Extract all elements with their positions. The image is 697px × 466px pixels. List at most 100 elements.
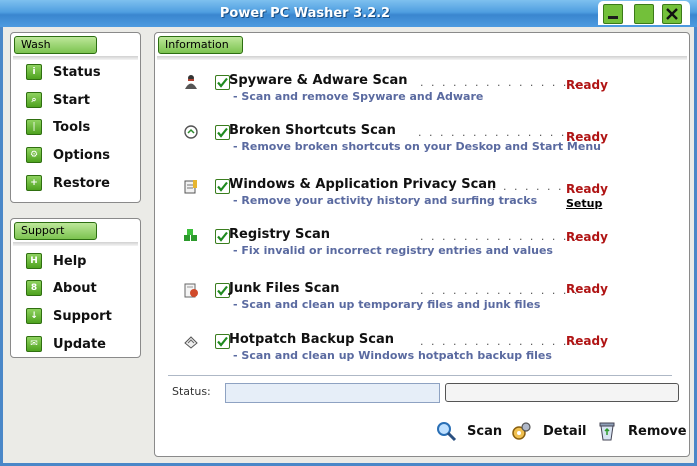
nav-about[interactable]: 8 About [26,278,97,298]
setup-link[interactable]: Setup [566,197,602,210]
scan-title: Spyware & Adware Scan [229,73,408,88]
support-header: Support [14,222,97,240]
scan-button[interactable]: Scan [435,418,502,444]
scan-title: Registry Scan [229,227,331,242]
scan-description: - Remove your activity history and surfi… [233,194,538,207]
nav-help[interactable]: H Help [26,251,86,271]
magnifier-icon [437,422,457,442]
maximize-icon [635,5,653,23]
remove-button[interactable]: Remove [596,418,687,444]
recycle-bin-icon [599,422,615,441]
close-button[interactable] [662,4,682,24]
maximize-button[interactable] [634,4,654,24]
minimize-button[interactable] [603,4,623,24]
help-icon: H [26,253,42,269]
scan-title: Broken Shortcuts Scan [229,123,396,138]
restore-icon: + [26,175,42,191]
junk-files-icon [184,283,198,298]
nav-label: Status [53,64,101,80]
detail-button[interactable]: Detail [511,418,587,444]
window-border-left [0,27,3,466]
dot-leader: . . . . . . . . . . . . . . . [420,284,580,297]
privacy-icon [184,180,197,194]
scan-description: - Scan and remove Spyware and Adware [233,90,484,103]
nav-label: Restore [53,175,110,191]
about-icon: 8 [26,280,42,296]
scan-checkbox[interactable] [215,334,230,349]
scan-checkbox[interactable] [215,125,230,140]
spy-icon [185,75,197,89]
wash-header: Wash [14,36,97,54]
scan-status: Ready [566,78,608,92]
nav-tools[interactable]: ❘ Tools [26,117,90,137]
dot-leader: . . . . . . . . . . . . . . . [420,76,580,89]
app-window: Power PC Washer 3.2.2 Wash i Status ⌕ Star… [0,0,697,466]
nav-label: Options [53,147,110,163]
update-icon: ✉ [26,336,42,352]
scan-title: Hotpatch Backup Scan [229,332,395,347]
nav-status[interactable]: i Status [26,62,101,82]
nav-label: Update [53,336,106,352]
start-icon: ⌕ [26,92,42,108]
support-panel: Support H Help 8 About ↓ Support ✉ Update [10,218,141,358]
dot-leader: . . . . . . . . . . . . . . . [418,126,578,139]
support-divider [13,242,138,246]
status-label: Status: [172,385,211,398]
nav-label: Start [53,92,90,108]
scan-status: Ready [566,230,608,244]
nav-label: About [53,280,97,296]
nav-label: Tools [53,119,91,135]
registry-icon [184,229,197,241]
status-field [225,383,440,403]
nav-support[interactable]: ↓ Support [26,306,112,326]
scan-description: - Remove broken shortcuts on your Deskop… [233,140,602,153]
options-icon: ⚙ [26,147,42,163]
checkmark-icon [217,231,228,242]
scan-status: Ready [566,282,608,296]
detail-button-label: Detail [543,423,587,439]
tools-icon: ❘ [26,119,42,135]
scan-status: Ready [566,130,608,144]
close-icon [666,8,678,20]
scan-description: - Fix invalid or incorrect registry entr… [233,244,553,257]
gears-icon [512,422,531,440]
checkmark-icon [217,285,228,296]
nav-options[interactable]: ⚙ Options [26,145,110,165]
window-title: Power PC Washer 3.2.2 [219,6,391,21]
checkmark-icon [217,336,228,347]
scan-checkbox[interactable] [215,179,230,194]
scan-checkbox[interactable] [215,75,230,90]
wash-panel: Wash i Status ⌕ Start ❘ Tools ⚙ Options + Res… [10,32,141,203]
checkmark-icon [217,77,228,88]
wash-divider [13,56,138,60]
nav-restore[interactable]: + Restore [26,173,110,193]
scan-button-label: Scan [467,423,503,439]
dot-leader: . . . . . . . . . . . . . . . [420,230,580,243]
checkmark-icon [217,127,228,138]
nav-update[interactable]: ✉ Update [26,334,106,354]
scan-progress-bar [445,383,679,402]
dot-leader: . . . . . . . . . . . . . . . [420,335,580,348]
scan-title: Windows & Application Privacy Scan [229,177,497,192]
information-header: Information [158,36,243,54]
nav-label: Help [53,253,87,269]
shortcut-icon [184,125,198,139]
scan-checkbox[interactable] [215,229,230,244]
status-separator [168,375,672,376]
scan-status: Ready [566,182,608,196]
scan-title: Junk Files Scan [229,281,340,296]
minimize-icon [608,16,618,19]
checkmark-icon [217,181,228,192]
scan-status: Ready [566,334,608,348]
hotpatch-icon [184,336,198,349]
nav-start[interactable]: ⌕ Start [26,90,90,110]
status-icon: i [26,64,42,80]
scan-description: - Scan and clean up temporary files and … [233,298,541,311]
information-divider [157,56,687,60]
remove-button-label: Remove [628,423,687,439]
nav-label: Support [53,308,112,324]
scan-description: - Scan and clean up Windows hotpatch bac… [233,349,552,362]
scan-checkbox[interactable] [215,283,230,298]
title-bar[interactable]: Power PC Washer 3.2.2 [0,0,697,27]
window-controls [598,1,690,25]
